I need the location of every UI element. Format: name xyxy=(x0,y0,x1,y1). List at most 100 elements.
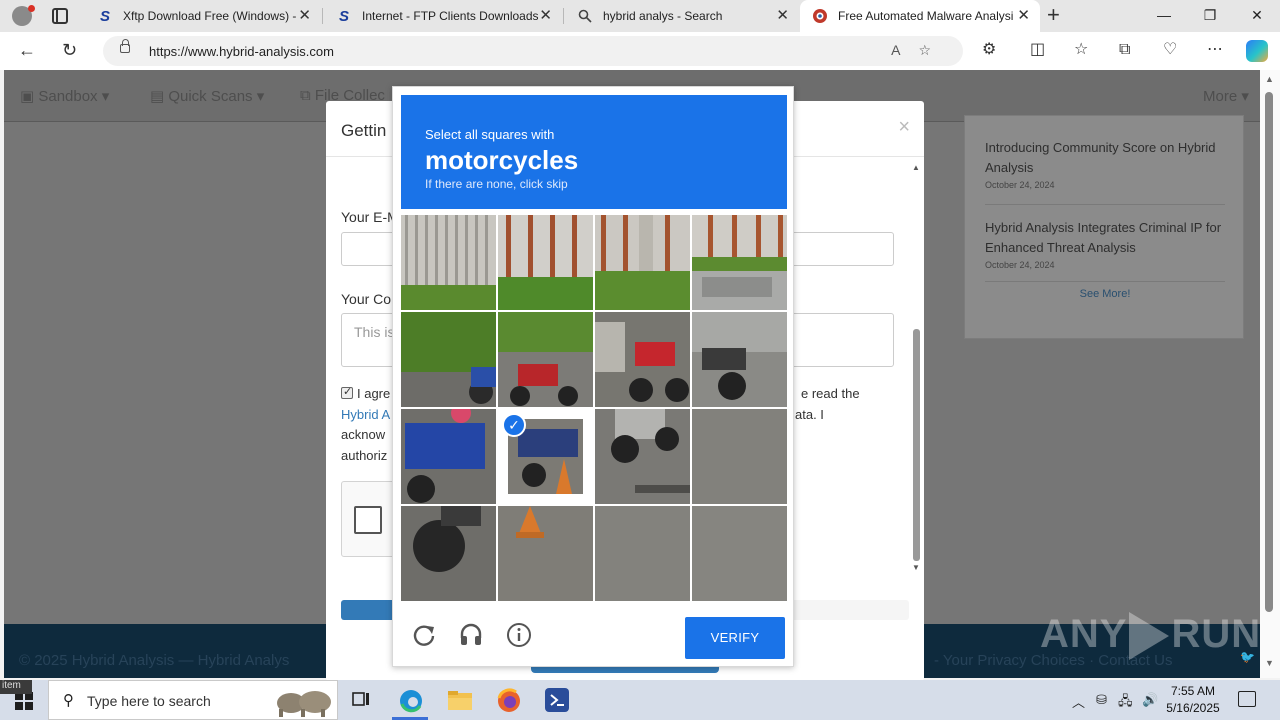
captcha-tile-7[interactable] xyxy=(595,312,690,407)
nav-more-label: More xyxy=(1203,88,1238,105)
news-item[interactable]: Introducing Community Score on Hybrid An… xyxy=(985,138,1225,190)
news-item[interactable]: Hybrid Analysis Integrates Criminal IP f… xyxy=(985,218,1225,270)
nav-sandbox[interactable]: ▣ Sandbox ▾ xyxy=(20,87,109,105)
captcha-tile-4[interactable] xyxy=(692,215,787,310)
news-title[interactable]: Introducing Community Score on Hybrid An… xyxy=(985,138,1225,178)
windows-start-icon[interactable] xyxy=(15,692,33,710)
tab-close-icon[interactable]: ✕ xyxy=(1017,8,1030,24)
edge-browser-icon[interactable] xyxy=(398,688,422,713)
scroll-up-icon[interactable]: ▲ xyxy=(1265,74,1274,84)
tab-close-icon[interactable]: ✕ xyxy=(539,8,552,24)
browser-essentials-icon[interactable]: ♡ xyxy=(1163,41,1177,59)
captcha-tile-5[interactable] xyxy=(401,312,496,407)
clock-date: 5/16/2025 xyxy=(1166,701,1220,715)
hcaptcha-checkbox[interactable] xyxy=(354,506,382,534)
more-menu-icon[interactable]: ⋯ xyxy=(1207,41,1223,59)
search-favicon-icon xyxy=(577,8,593,24)
captcha-tile-2[interactable] xyxy=(498,215,593,310)
news-card: Introducing Community Score on Hybrid An… xyxy=(964,115,1244,339)
scroll-down-icon[interactable]: ▼ xyxy=(1265,658,1274,668)
audio-challenge-icon[interactable] xyxy=(458,622,484,648)
url-field[interactable]: https://www.hybrid-analysis.com A☆ xyxy=(103,36,963,66)
task-view-icon[interactable] xyxy=(350,688,374,712)
restore-icon[interactable]: ❐ xyxy=(1200,7,1220,24)
show-hidden-icons-icon[interactable]: ︿ xyxy=(1072,692,1085,711)
volume-icon[interactable]: 🔊 xyxy=(1142,692,1158,708)
window-close-icon[interactable]: ✕ xyxy=(1247,7,1267,24)
network-drive-icon[interactable]: ⛁ xyxy=(1096,692,1107,708)
file-explorer-icon[interactable] xyxy=(447,688,472,712)
system-clock[interactable]: 7:55 AM 5/16/2025 xyxy=(1160,683,1226,717)
tab-close-icon[interactable]: ✕ xyxy=(298,8,311,24)
split-screen-icon[interactable]: ◫ xyxy=(1030,41,1045,59)
page-scroll-thumb[interactable] xyxy=(1265,92,1273,612)
comment-label: Your Co xyxy=(341,291,392,307)
hybrid-analysis-favicon-icon xyxy=(812,8,828,24)
prompt-subtitle: Select all squares with xyxy=(425,127,555,142)
read-aloud-favorite-icons[interactable]: A☆ xyxy=(891,42,949,59)
captcha-footer: VERIFY xyxy=(401,609,787,661)
agree-text: acknow xyxy=(341,427,386,442)
url-text[interactable]: https://www.hybrid-analysis.com xyxy=(149,44,334,59)
comment-placeholder: This is xyxy=(354,324,395,340)
see-more-link[interactable]: See More! xyxy=(965,288,1245,300)
tab-search[interactable]: hybrid analys - Search ✕ xyxy=(565,0,799,32)
captcha-tile-1[interactable] xyxy=(401,215,496,310)
prompt-hint: If there are none, click skip xyxy=(425,177,568,191)
taskbar-search[interactable]: ⚲ Type here to search xyxy=(48,680,338,720)
favorites-icon[interactable]: ☆ xyxy=(1074,41,1088,59)
captcha-tile-12[interactable] xyxy=(692,409,787,504)
captcha-tile-10[interactable]: ✓ xyxy=(498,409,593,504)
nav-quick-scans[interactable]: ▤ Quick Scans ▾ xyxy=(150,87,264,105)
captcha-tile-6[interactable] xyxy=(498,312,593,407)
scroll-down-icon[interactable]: ▼ xyxy=(912,563,920,572)
back-arrow-icon[interactable]: ← xyxy=(18,40,36,60)
new-tab-icon[interactable]: + xyxy=(1047,4,1060,26)
overlay-label: item xyxy=(0,680,32,694)
extensions-icon[interactable]: ⚙ xyxy=(982,41,996,59)
clock-time: 7:55 AM xyxy=(1170,684,1216,698)
captcha-tile-16[interactable] xyxy=(692,506,787,601)
captcha-tile-13[interactable] xyxy=(401,506,496,601)
firefox-icon[interactable] xyxy=(496,688,520,712)
modal-scroll-thumb[interactable] xyxy=(913,329,920,561)
captcha-tile-15[interactable] xyxy=(595,506,690,601)
modal-close-icon[interactable]: × xyxy=(898,116,910,139)
info-icon[interactable] xyxy=(506,622,532,648)
profile-avatar-icon[interactable] xyxy=(12,5,35,26)
news-date: October 24, 2024 xyxy=(985,180,1055,190)
refresh-icon[interactable]: ↻ xyxy=(62,40,77,60)
captcha-prompt: Select all squares with motorcycles If t… xyxy=(401,95,787,209)
news-title[interactable]: Hybrid Analysis Integrates Criminal IP f… xyxy=(985,218,1225,258)
captcha-tile-3[interactable] xyxy=(595,215,690,310)
collections-icon[interactable]: ⧉ xyxy=(1119,41,1130,59)
tab-separator xyxy=(563,8,564,24)
minimize-icon[interactable]: — xyxy=(1154,7,1174,23)
tab-ftp-clients[interactable]: S Internet - FTP Clients Downloads ✕ xyxy=(324,0,562,32)
tab-hybrid-analysis[interactable]: Free Automated Malware Analysi ✕ xyxy=(800,0,1040,32)
captcha-tile-8[interactable] xyxy=(692,312,787,407)
copilot-icon[interactable] xyxy=(1246,40,1268,62)
verify-button[interactable]: VERIFY xyxy=(685,617,785,659)
lock-icon[interactable] xyxy=(120,39,130,53)
agree-checkbox[interactable] xyxy=(341,385,353,399)
selected-check-icon: ✓ xyxy=(502,413,526,437)
tab-xftp[interactable]: S Xftp Download Free (Windows) - ✕ xyxy=(85,0,321,32)
tab-label: Internet - FTP Clients Downloads xyxy=(362,9,539,23)
tab-actions-icon[interactable] xyxy=(52,8,68,24)
play-logo-icon xyxy=(1129,612,1170,661)
nav-more[interactable]: More ▾ xyxy=(1203,87,1249,105)
network-icon[interactable]: 🖧 xyxy=(1118,692,1133,714)
captcha-tile-14[interactable] xyxy=(498,506,593,601)
refresh-icon[interactable] xyxy=(411,622,437,648)
page-scrollbar[interactable]: ▲ ▼ xyxy=(1260,70,1280,678)
captcha-tile-11[interactable] xyxy=(595,409,690,504)
captcha-challenge: Select all squares with motorcycles If t… xyxy=(392,86,794,667)
scroll-up-icon[interactable]: ▲ xyxy=(912,163,920,172)
terms-link[interactable]: Hybrid A xyxy=(341,405,390,425)
powershell-icon[interactable] xyxy=(545,688,569,712)
notification-icon[interactable] xyxy=(1238,691,1256,707)
captcha-tile-9[interactable] xyxy=(401,409,496,504)
tab-close-icon[interactable]: ✕ xyxy=(776,8,789,24)
modal-scrollbar[interactable]: ▲ ▼ xyxy=(911,163,923,579)
